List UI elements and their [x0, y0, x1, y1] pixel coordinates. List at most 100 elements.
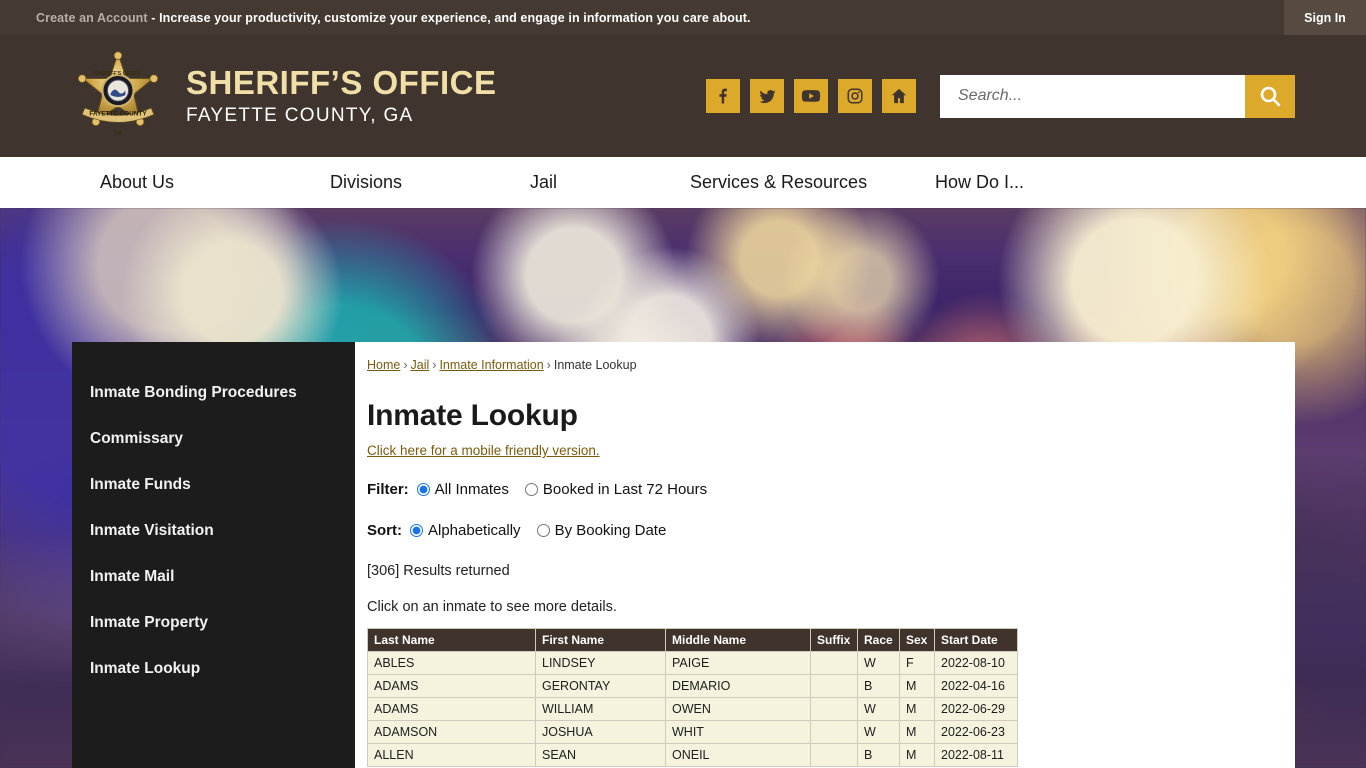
- cell-last-name[interactable]: ABLES: [367, 651, 536, 675]
- twitter-icon[interactable]: [750, 79, 784, 113]
- cell-suffix[interactable]: [810, 674, 858, 698]
- cell-start-date[interactable]: 2022-04-16: [934, 674, 1018, 698]
- cell-start-date[interactable]: 2022-06-29: [934, 697, 1018, 721]
- nav-item-services-resources[interactable]: Services & Resources: [690, 172, 935, 193]
- cell-sex[interactable]: M: [899, 674, 935, 698]
- cell-race[interactable]: W: [857, 697, 900, 721]
- facebook-glyph: [719, 88, 727, 104]
- sort-label: Sort:: [367, 522, 402, 539]
- cell-start-date[interactable]: 2022-08-11: [934, 743, 1018, 767]
- cell-last-name[interactable]: ADAMS: [367, 697, 536, 721]
- table-row[interactable]: ABLES LINDSEY PAIGE W F 2022-08-10: [367, 651, 1018, 675]
- nav-item-about-us[interactable]: About Us: [100, 172, 330, 193]
- filter-option-all-inmates-label: All Inmates: [434, 481, 509, 498]
- sidebar-item-inmate-bonding-procedures[interactable]: Inmate Bonding Procedures: [72, 370, 355, 416]
- results-hint-text: Click on an inmate to see more details.: [367, 599, 617, 615]
- column-header-suffix[interactable]: Suffix: [810, 628, 858, 652]
- cell-race[interactable]: W: [857, 651, 900, 675]
- nav-item-how-do-i[interactable]: How Do I...: [935, 172, 1024, 193]
- social-links: [706, 79, 916, 113]
- sign-in-button[interactable]: Sign In: [1284, 0, 1366, 35]
- sidebar-item-inmate-property[interactable]: Inmate Property: [72, 600, 355, 646]
- cell-last-name[interactable]: ADAMSON: [367, 720, 536, 744]
- sort-radio-alphabetically[interactable]: [410, 524, 423, 537]
- youtube-glyph: [801, 90, 821, 102]
- site-header: SHERIFF'S OFFICE FAYETTE COUNTY GA SHERI…: [0, 35, 1366, 157]
- breadcrumb-item-home[interactable]: Home: [367, 358, 400, 372]
- cell-last-name[interactable]: ADAMS: [367, 674, 536, 698]
- home-glyph: [891, 88, 907, 104]
- cell-middle-name[interactable]: DEMARIO: [665, 674, 811, 698]
- column-header-race[interactable]: Race: [857, 628, 900, 652]
- cell-middle-name[interactable]: OWEN: [665, 697, 811, 721]
- search-input[interactable]: [940, 74, 1245, 118]
- cell-middle-name[interactable]: PAIGE: [665, 651, 811, 675]
- site-identity: SHERIFF’S OFFICE FAYETTE COUNTY, GA: [186, 63, 497, 127]
- youtube-icon[interactable]: [794, 79, 828, 113]
- cell-sex[interactable]: M: [899, 697, 935, 721]
- column-header-sex[interactable]: Sex: [899, 628, 935, 652]
- breadcrumb-separator: ›: [403, 358, 408, 372]
- cell-start-date[interactable]: 2022-06-23: [934, 720, 1018, 744]
- cell-first-name[interactable]: JOSHUA: [535, 720, 666, 744]
- instagram-glyph: [847, 88, 863, 104]
- table-row[interactable]: ADAMS GERONTAY DEMARIO B M 2022-04-16: [367, 674, 1018, 698]
- page-layout: Inmate Bonding Procedures Commissary Inm…: [0, 342, 1366, 768]
- cell-race[interactable]: W: [857, 720, 900, 744]
- cell-middle-name[interactable]: WHIT: [665, 720, 811, 744]
- facebook-icon[interactable]: [706, 79, 740, 113]
- table-row[interactable]: ADAMSON JOSHUA WHIT W M 2022-06-23: [367, 720, 1018, 744]
- cell-first-name[interactable]: LINDSEY: [535, 651, 666, 675]
- cell-sex[interactable]: F: [899, 651, 935, 675]
- mobile-friendly-version-link[interactable]: Click here for a mobile friendly version…: [367, 443, 600, 458]
- cell-suffix[interactable]: [810, 651, 858, 675]
- filter-radio-booked-72-hours[interactable]: [524, 483, 538, 496]
- filter-option-all-inmates[interactable]: All Inmates: [416, 481, 509, 498]
- site-title: SHERIFF’S OFFICE: [186, 63, 497, 101]
- cell-first-name[interactable]: SEAN: [535, 743, 666, 767]
- sort-option-by-booking-date[interactable]: By Booking Date: [536, 522, 666, 539]
- sort-option-alphabetically[interactable]: Alphabetically: [410, 522, 521, 539]
- cell-sex[interactable]: M: [899, 743, 935, 767]
- cell-suffix[interactable]: [810, 743, 858, 767]
- cell-middle-name[interactable]: ONEIL: [665, 743, 811, 767]
- column-header-middle-name[interactable]: Middle Name: [665, 628, 811, 652]
- sidebar-item-inmate-lookup[interactable]: Inmate Lookup: [72, 646, 355, 692]
- sidebar-item-inmate-mail[interactable]: Inmate Mail: [72, 554, 355, 600]
- sidebar-item-inmate-funds[interactable]: Inmate Funds: [72, 462, 355, 508]
- svg-text:FAYETTE COUNTY: FAYETTE COUNTY: [89, 110, 147, 117]
- table-row[interactable]: ALLEN SEAN ONEIL B M 2022-08-11: [367, 743, 1018, 767]
- column-header-first-name[interactable]: First Name: [535, 628, 666, 652]
- sort-radio-by-booking-date[interactable]: [536, 524, 550, 537]
- cell-suffix[interactable]: [810, 720, 858, 744]
- cell-first-name[interactable]: GERONTAY: [535, 674, 666, 698]
- filter-radio-all-inmates[interactable]: [416, 483, 430, 496]
- star-badge-svg: SHERIFF'S OFFICE FAYETTE COUNTY GA: [77, 51, 159, 137]
- breadcrumb-item-jail[interactable]: Jail: [411, 358, 430, 372]
- create-account-link[interactable]: Create an Account: [36, 11, 148, 25]
- page-title: Inmate Lookup: [367, 399, 578, 432]
- column-header-last-name[interactable]: Last Name: [367, 628, 536, 652]
- column-header-start-date[interactable]: Start Date: [934, 628, 1018, 652]
- table-row[interactable]: ADAMS WILLIAM OWEN W M 2022-06-29: [367, 697, 1018, 721]
- sidebar-item-commissary[interactable]: Commissary: [72, 416, 355, 462]
- nav-item-jail[interactable]: Jail: [530, 172, 690, 193]
- cell-sex[interactable]: M: [899, 720, 935, 744]
- cell-suffix[interactable]: [810, 697, 858, 721]
- instagram-icon[interactable]: [838, 79, 872, 113]
- nav-item-divisions[interactable]: Divisions: [330, 172, 530, 193]
- utility-bar: Create an Account - Increase your produc…: [0, 0, 1366, 35]
- cell-race[interactable]: B: [857, 674, 900, 698]
- filter-option-booked-72-hours[interactable]: Booked in Last 72 Hours: [524, 481, 707, 498]
- site-subtitle: FAYETTE COUNTY, GA: [186, 105, 414, 127]
- sidebar-item-inmate-visitation[interactable]: Inmate Visitation: [72, 508, 355, 554]
- cell-last-name[interactable]: ALLEN: [367, 743, 536, 767]
- sheriff-star-badge-icon[interactable]: SHERIFF'S OFFICE FAYETTE COUNTY GA: [70, 48, 166, 144]
- nextdoor-home-icon[interactable]: [882, 79, 916, 113]
- cell-race[interactable]: B: [857, 743, 900, 767]
- breadcrumb-item-inmate-information[interactable]: Inmate Information: [439, 358, 543, 372]
- search-button[interactable]: [1245, 74, 1295, 118]
- cell-start-date[interactable]: 2022-08-10: [934, 651, 1018, 675]
- cell-first-name[interactable]: WILLIAM: [535, 697, 666, 721]
- section-sidebar: Inmate Bonding Procedures Commissary Inm…: [72, 342, 355, 768]
